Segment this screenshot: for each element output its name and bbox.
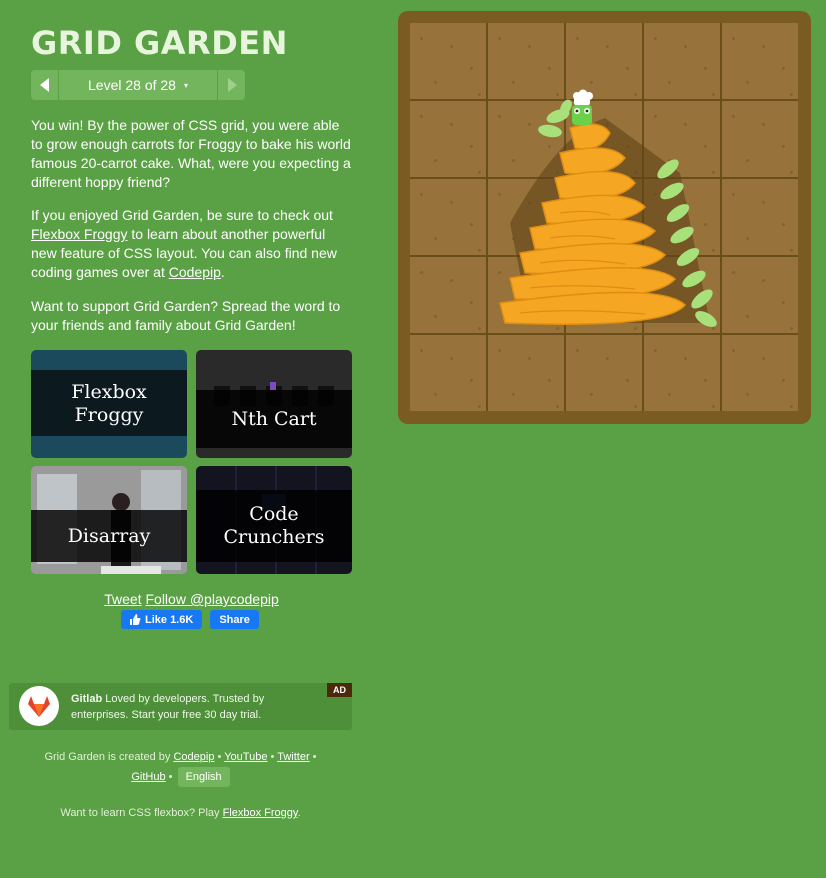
- promo-label: Flexbox Froggy: [71, 381, 147, 426]
- promo-label: Nth Cart: [231, 407, 317, 430]
- recommendation-message: If you enjoyed Grid Garden, be sure to c…: [31, 206, 352, 282]
- level-dropdown[interactable]: Level 28 of 28 ▾: [59, 70, 217, 100]
- codepip-link[interactable]: Codepip: [169, 264, 221, 280]
- win-message: You win! By the power of CSS grid, you w…: [31, 117, 351, 190]
- level-label: Level 28 of 28: [88, 77, 176, 93]
- promo-label: Code Crunchers: [223, 503, 325, 548]
- like-label: Like 1.6K: [145, 613, 194, 626]
- carrot-cake-illustration: [499, 89, 717, 327]
- promo-code-crunchers[interactable]: Code Crunchers: [196, 466, 352, 574]
- bullet: •: [309, 751, 317, 763]
- ad-brand: Gitlab: [71, 693, 103, 705]
- bullet: •: [214, 751, 225, 763]
- caret-down-icon: ▾: [183, 80, 188, 90]
- share-label: Share: [219, 613, 250, 626]
- footer-twitter-link[interactable]: Twitter: [277, 751, 309, 763]
- garden-board: [398, 11, 811, 424]
- footer-credits: Grid Garden is created by Codepip • YouT…: [9, 747, 352, 787]
- froggy-chef-icon: [572, 89, 593, 125]
- promo-disarray[interactable]: Disarray: [31, 466, 187, 574]
- language-button[interactable]: English: [177, 767, 230, 787]
- footer-codepip-link[interactable]: Codepip: [173, 751, 214, 763]
- arrow-right-icon: [227, 78, 237, 92]
- learn-suffix: .: [297, 807, 301, 819]
- promo-nth-cart[interactable]: Nth Cart: [196, 350, 352, 458]
- bullet: •: [267, 751, 278, 763]
- facebook-buttons: Like 1.6K Share: [121, 610, 259, 629]
- recommendation-text-3: .: [220, 264, 225, 280]
- ad-text: Gitlab Loved by developers. Trusted by e…: [71, 691, 321, 723]
- tweet-link[interactable]: Tweet: [104, 591, 141, 607]
- bullet: •: [165, 771, 176, 783]
- created-by-text: Grid Garden is created by: [44, 751, 174, 763]
- previous-level-button[interactable]: [31, 70, 59, 100]
- gitlab-logo-icon: [19, 686, 59, 726]
- game-title: GRID GARDEN: [31, 24, 288, 62]
- facebook-share-button[interactable]: Share: [210, 610, 259, 629]
- thumbs-up-icon: [130, 614, 141, 625]
- next-level-button[interactable]: [217, 70, 245, 100]
- footer-youtube-link[interactable]: YouTube: [224, 751, 267, 763]
- arrow-left-icon: [39, 78, 49, 92]
- footer-froggy-link[interactable]: Flexbox Froggy: [223, 807, 298, 819]
- footer-github-link[interactable]: GitHub: [131, 771, 165, 783]
- social-links: Tweet Follow @playcodepip: [31, 591, 352, 607]
- follow-link[interactable]: Follow @playcodepip: [145, 591, 278, 607]
- flexbox-froggy-link[interactable]: Flexbox Froggy: [31, 226, 127, 242]
- promo-flexbox-froggy[interactable]: Flexbox Froggy: [31, 350, 187, 458]
- facebook-like-button[interactable]: Like 1.6K: [121, 610, 203, 629]
- footer-learn: Want to learn CSS flexbox? Play Flexbox …: [9, 803, 352, 823]
- support-message: Want to support Grid Garden? Spread the …: [31, 298, 341, 333]
- ad-banner[interactable]: Gitlab Loved by developers. Trusted by e…: [9, 683, 352, 730]
- learn-text: Want to learn CSS flexbox? Play: [60, 807, 223, 819]
- ad-badge: AD: [327, 683, 352, 697]
- promo-label: Disarray: [67, 524, 151, 547]
- recommendation-text-1: If you enjoyed Grid Garden, be sure to c…: [31, 207, 333, 223]
- level-navigation: Level 28 of 28 ▾: [31, 70, 245, 100]
